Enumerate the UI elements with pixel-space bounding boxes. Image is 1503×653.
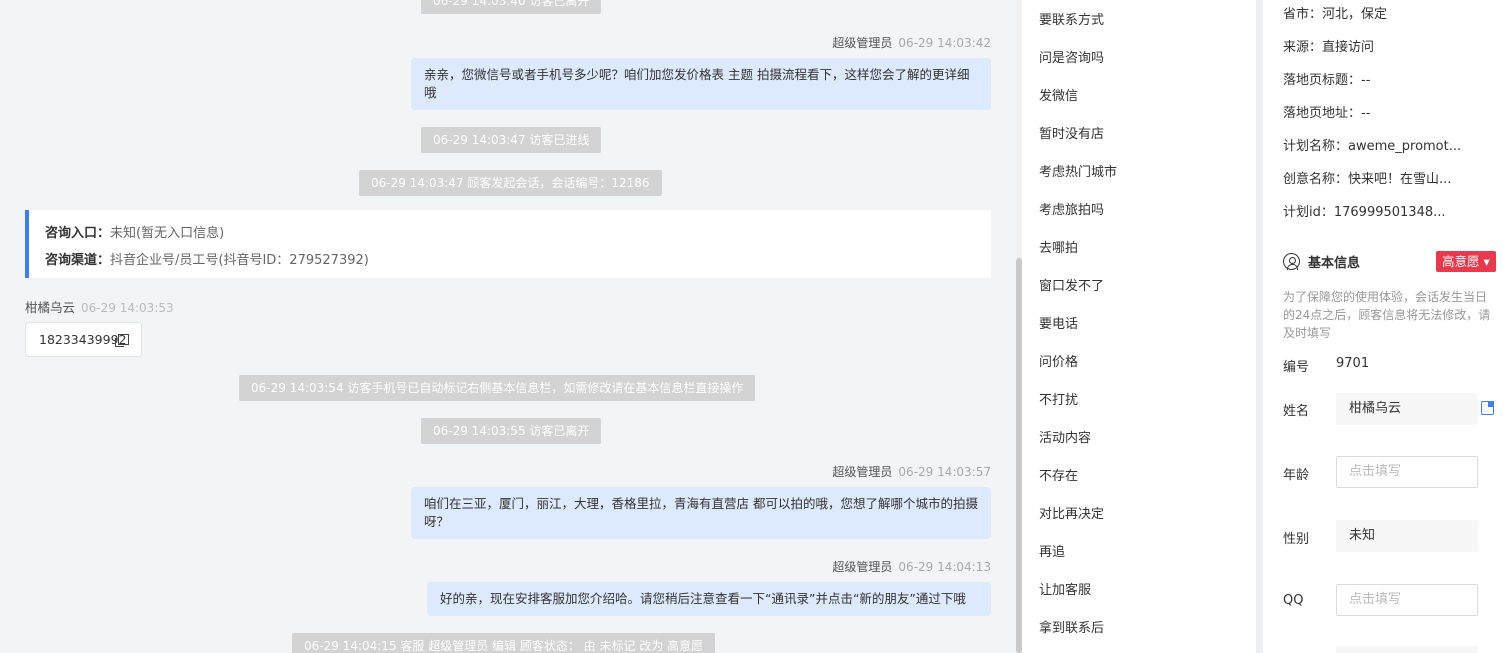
quick-reply-item[interactable]: 活动内容 (1039, 427, 1091, 446)
system-notice: 06-29 14:03:47 访客已进线 (421, 127, 602, 153)
sender-name: 超级管理员 (832, 36, 893, 50)
consult-entry: 咨询入口：未知(暂无入口信息) (45, 226, 225, 241)
sender-name: 超级管理员 (832, 560, 893, 574)
quick-reply-item[interactable]: 去哪拍 (1039, 237, 1078, 256)
province-city: 省市：河北，保定 (1283, 7, 1388, 22)
quick-reply-item[interactable]: 要电话 (1039, 313, 1078, 332)
agent-message: 亲亲，您微信号或者手机号多少呢？咱们加您发价格表 主题 拍摄流程看下，这样您会了… (411, 58, 991, 110)
age-field[interactable]: 点击填写 (1336, 456, 1478, 488)
system-notice: 06-29 14:04:15 客服 超级管理员 编辑 顾客状态： 由 未标记 改… (292, 633, 716, 653)
basic-info-title: 基本信息 (1283, 252, 1360, 271)
name-field[interactable]: 柑橘乌云 (1336, 393, 1478, 425)
message-time: 06-29 14:03:42 (898, 36, 991, 50)
system-notice: 06-29 14:03:40 访客已离开 (421, 0, 602, 14)
agent-message: 咱们在三亚，厦门，丽江，大理，香格里拉，青海有直营店 都可以拍的哦，您想了解哪个… (411, 487, 991, 539)
quick-reply-item[interactable]: 让加客服 (1039, 579, 1091, 598)
system-notice: 06-29 14:03:55 访客已离开 (421, 418, 602, 444)
creative-name: 创意名称：快来吧！在雪山... (1283, 172, 1452, 187)
next-field[interactable] (1336, 646, 1478, 653)
quick-reply-list: 要联系方式 问是咨询吗 发微信 暂时没有店 考虑热门城市 考虑旅拍吗 去哪拍 窗… (1022, 0, 1256, 653)
quick-reply-item[interactable]: 暂时没有店 (1039, 123, 1104, 142)
chat-area[interactable]: 06-29 14:03:40 访客已离开 超级管理员 06-29 14:03:42… (0, 0, 1016, 653)
age-label: 年龄 (1283, 468, 1310, 483)
message-time: 06-29 14:03:53 (81, 301, 174, 315)
message-time: 06-29 14:03:57 (898, 465, 991, 479)
visit-source: 来源：直接访问 (1283, 40, 1375, 55)
gender-field[interactable]: 未知 (1336, 520, 1478, 552)
quick-reply-item[interactable]: 不存在 (1039, 465, 1078, 484)
intent-status-dropdown[interactable]: 高意愿 ▾ (1436, 251, 1496, 272)
edit-icon[interactable] (1481, 401, 1494, 415)
message-time: 06-29 14:04:13 (898, 560, 991, 574)
copy-icon[interactable] (115, 334, 129, 347)
plan-id: 计划id：176999501348... (1283, 205, 1446, 220)
landing-page-title: 落地页标题：-- (1283, 73, 1371, 88)
quick-reply-item[interactable]: 窗口发不了 (1039, 275, 1104, 294)
agent-message: 好的亲，现在安排客服加您介绍哈。请您稍后注意查看一下“通讯录”并点击“新的朋友”… (427, 582, 991, 616)
quick-reply-item[interactable]: 发微信 (1039, 85, 1078, 104)
system-notice: 06-29 14:03:47 顾客发起会话，会话编号：12186 (359, 170, 662, 196)
id-value: 9701 (1336, 356, 1370, 371)
visitor-name: 柑橘乌云 (25, 300, 76, 315)
message-meta: 超级管理员 06-29 14:03:42 (832, 34, 991, 51)
gender-label: 性别 (1283, 532, 1310, 547)
sender-name: 超级管理员 (832, 465, 893, 479)
user-icon (1283, 253, 1300, 270)
quick-reply-item[interactable]: 拿到联系后 (1039, 617, 1104, 636)
customer-info-panel: 省市：河北，保定 来源：直接访问 落地页标题：-- 落地页地址：-- 计划名称：… (1263, 0, 1503, 653)
quick-reply-item[interactable]: 对比再决定 (1039, 503, 1104, 522)
id-label: 编号 (1283, 360, 1310, 375)
quick-reply-item[interactable]: 再追 (1039, 541, 1065, 560)
qq-label: QQ (1283, 593, 1304, 608)
quick-reply-item[interactable]: 考虑旅拍吗 (1039, 199, 1104, 218)
quick-reply-item[interactable]: 不打扰 (1039, 389, 1078, 408)
quick-reply-item[interactable]: 考虑热门城市 (1039, 161, 1117, 180)
panel-divider (1256, 0, 1263, 653)
consult-channel: 咨询渠道：抖音企业号/员工号(抖音号ID：279527392) (45, 253, 369, 268)
info-notice: 为了保障您的使用体验，会话发生当日的24点之后，顾客信息将无法修改，请及时填写 (1283, 290, 1491, 340)
landing-page-url: 落地页地址：-- (1283, 106, 1371, 121)
message-meta: 超级管理员 06-29 14:03:57 (832, 463, 991, 480)
system-notice: 06-29 14:03:54 访客手机号已自动标记右侧基本信息栏，如需修改请在基… (239, 375, 756, 401)
visitor-meta: 柑橘乌云 06-29 14:03:53 (25, 297, 174, 316)
quick-reply-item[interactable]: 问价格 (1039, 351, 1078, 370)
plan-name: 计划名称：aweme_promot... (1283, 139, 1462, 154)
visitor-phone: 18233439992 (39, 332, 127, 347)
quick-reply-item[interactable]: 要联系方式 (1039, 9, 1104, 28)
message-meta: 超级管理员 06-29 14:04:13 (832, 558, 991, 575)
consult-info-card: 咨询入口：未知(暂无入口信息) 咨询渠道：抖音企业号/员工号(抖音号ID：279… (25, 210, 991, 278)
quick-reply-item[interactable]: 问是咨询吗 (1039, 47, 1104, 66)
name-label: 姓名 (1283, 404, 1310, 419)
qq-field[interactable]: 点击填写 (1336, 584, 1478, 616)
visitor-message: 18233439992 (25, 322, 142, 357)
